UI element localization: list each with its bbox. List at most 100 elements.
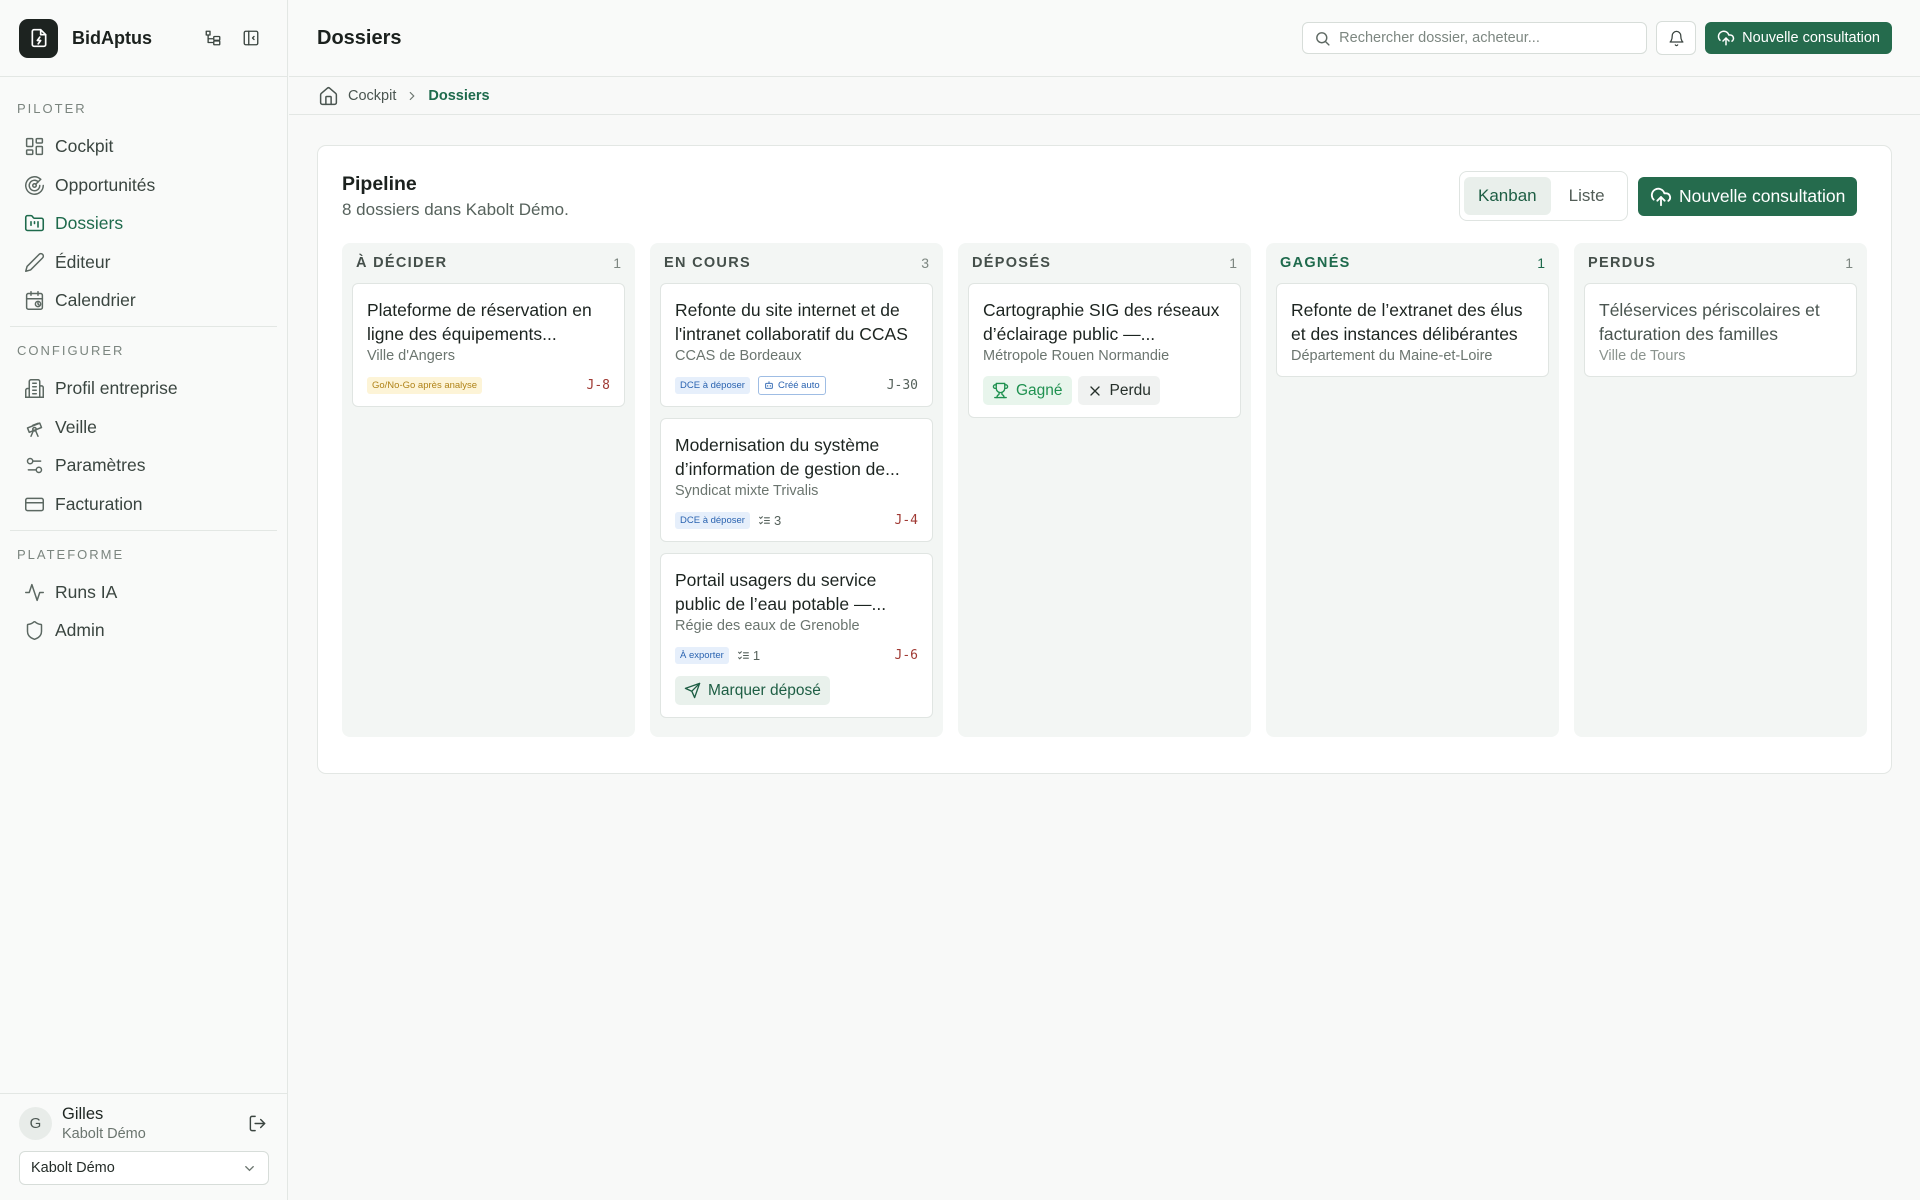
pipeline-card: Pipeline 8 dossiers dans Kabolt Démo. Ka… <box>317 145 1892 774</box>
mark-won-button[interactable]: Gagné <box>983 376 1072 405</box>
sidebar-item-editeur[interactable]: Éditeur <box>10 244 277 281</box>
dossier-title: Cartographie SIG des réseaux d’éclairage… <box>983 300 1220 344</box>
sidebar-item-cockpit[interactable]: Cockpit <box>10 128 277 165</box>
chevron-down-icon <box>242 1161 257 1176</box>
nav-section-plateforme: PLATEFORME Runs IA Admin <box>0 531 287 650</box>
mark-lost-button[interactable]: Perdu <box>1077 376 1160 405</box>
task-count: 1 <box>737 648 760 663</box>
dossier-card[interactable]: Refonte de l’extranet des élus et des in… <box>1276 283 1549 377</box>
column-name: À DÉCIDER <box>356 255 448 271</box>
task-count-value: 3 <box>773 512 782 528</box>
grid-icon <box>22 135 46 159</box>
view-kanban-button[interactable]: Kanban <box>1464 177 1551 215</box>
new-consultation-button[interactable]: Nouvelle consultation <box>1705 22 1892 54</box>
avatar[interactable]: G <box>19 1107 52 1140</box>
nav-section-piloter: PILOTER Cockpit Opportunités Dossiers Éd… <box>0 77 287 319</box>
column-count: 1 <box>613 255 621 271</box>
org-select-value: Kabolt Démo <box>31 1160 115 1176</box>
sidebar: BidAptus PILOTER Cockpit Opportunités Do… <box>0 0 288 1200</box>
kanban-column-gagnes: GAGNÉS 1 Refonte de l’extranet des élus … <box>1266 243 1559 737</box>
chevron-right-icon <box>405 89 419 103</box>
sidebar-item-veille[interactable]: Veille <box>10 409 277 446</box>
user-org: Kabolt Démo <box>62 1126 146 1142</box>
dossier-card[interactable]: Modernisation du système d’information d… <box>660 418 933 542</box>
kanban-column-deposes: DÉPOSÉS 1 Cartographie SIG des réseaux d… <box>958 243 1251 737</box>
status-badge: DCE à déposer <box>675 376 750 394</box>
nav-section-configurer: CONFIGURER Profil entreprise Veille Para… <box>0 327 287 523</box>
dossier-title: Plateforme de réservation en ligne des é… <box>367 300 592 344</box>
cloud-upload-icon <box>1650 186 1672 208</box>
search-box[interactable] <box>1302 22 1648 54</box>
radar-icon <box>22 173 46 197</box>
pipeline-subtitle: 8 dossiers dans Kabolt Démo. <box>342 200 569 219</box>
dossier-card[interactable]: Refonte du site internet et de l'intrane… <box>660 283 933 407</box>
dossier-title: Refonte de l’extranet des élus et des in… <box>1291 300 1523 344</box>
sidebar-item-calendrier[interactable]: Calendrier <box>10 282 277 319</box>
dossier-card[interactable]: Cartographie SIG des réseaux d’éclairage… <box>968 283 1241 418</box>
tree-view-icon[interactable] <box>201 26 225 50</box>
folder-icon <box>22 212 46 236</box>
due-countdown: J-6 <box>894 647 918 663</box>
view-liste-button[interactable]: Liste <box>1555 177 1619 215</box>
breadcrumb-home-link[interactable]: Cockpit <box>348 88 396 104</box>
sidebar-item-label: Calendrier <box>55 290 136 310</box>
home-icon[interactable] <box>318 86 339 107</box>
column-name: DÉPOSÉS <box>972 255 1052 271</box>
send-icon <box>684 682 701 699</box>
pipeline-title: Pipeline <box>342 173 417 195</box>
dossier-title: Téléservices périscolaires et facturatio… <box>1599 300 1820 344</box>
app-logo[interactable] <box>19 18 58 58</box>
sidebar-item-facturation[interactable]: Facturation <box>10 486 277 523</box>
sidebar-item-label: Admin <box>55 620 105 640</box>
app-name: BidAptus <box>72 27 152 48</box>
dossier-card[interactable]: Portail usagers du service public de l’e… <box>660 553 933 718</box>
close-icon <box>1087 383 1103 399</box>
bot-icon <box>764 380 774 390</box>
org-select[interactable]: Kabolt Démo <box>19 1151 269 1185</box>
task-count: 3 <box>758 513 781 528</box>
mark-submitted-button[interactable]: Marquer déposé <box>675 676 830 705</box>
sidebar-item-label: Runs IA <box>55 581 118 602</box>
dossier-buyer: Régie des eaux de Grenoble <box>675 618 860 634</box>
dossier-title: Portail usagers du service public de l’e… <box>675 570 887 614</box>
dossier-card[interactable]: Téléservices périscolaires et facturatio… <box>1584 283 1857 377</box>
sidebar-item-admin[interactable]: Admin <box>10 612 277 649</box>
kanban-column-perdus: PERDUS 1 Téléservices périscolaires et f… <box>1574 243 1867 737</box>
due-countdown: J-8 <box>586 377 610 393</box>
new-consultation-label: Nouvelle consultation <box>1742 30 1880 46</box>
user-name: Gilles <box>62 1105 104 1123</box>
column-name: EN COURS <box>664 255 751 271</box>
breadcrumb: Cockpit Dossiers <box>289 78 1920 115</box>
status-badge: Go/No-Go après analyse <box>367 376 483 394</box>
status-badge: DCE à déposer <box>675 511 750 529</box>
kanban-column-a-decider: À DÉCIDER 1 Plateforme de réservation en… <box>342 243 635 737</box>
sidebar-item-label: Veille <box>55 416 97 437</box>
calendar-icon <box>22 289 46 313</box>
dossier-title: Modernisation du système d’information d… <box>675 435 900 479</box>
sidebar-item-dossiers[interactable]: Dossiers <box>10 205 277 242</box>
dossier-buyer: Syndicat mixte Trivalis <box>675 483 819 499</box>
topbar: Dossiers Nouvelle consultation <box>289 0 1920 77</box>
kanban-column-en-cours: EN COURS 3 Refonte du site internet et d… <box>650 243 943 737</box>
sidebar-item-label: Facturation <box>55 493 143 514</box>
pipeline-new-consultation-button[interactable]: Nouvelle consultation <box>1638 177 1858 216</box>
cloud-upload-icon <box>1717 29 1735 47</box>
telescope-icon <box>22 415 46 439</box>
auto-created-badge: Créé auto <box>757 375 826 395</box>
collapse-sidebar-icon[interactable] <box>239 26 263 50</box>
dossier-buyer: Ville d'Angers <box>367 348 455 364</box>
dossier-card[interactable]: Plateforme de réservation en ligne des é… <box>352 283 625 407</box>
sidebar-item-opportunites[interactable]: Opportunités <box>10 167 277 204</box>
sidebar-item-parametres[interactable]: Paramètres <box>10 447 277 484</box>
list-checks-icon <box>737 649 750 662</box>
notifications-button[interactable] <box>1656 21 1697 55</box>
search-input[interactable] <box>1339 30 1636 46</box>
sidebar-item-label: Paramètres <box>55 455 146 475</box>
sidebar-item-profil-entreprise[interactable]: Profil entreprise <box>10 370 277 407</box>
activity-icon <box>22 580 46 604</box>
sidebar-item-runs-ia[interactable]: Runs IA <box>10 574 277 611</box>
logout-icon[interactable] <box>245 1112 269 1136</box>
due-countdown: J-4 <box>894 512 918 528</box>
sidebar-item-label: Éditeur <box>55 251 111 272</box>
dossier-buyer: Métropole Rouen Normandie <box>983 348 1170 364</box>
